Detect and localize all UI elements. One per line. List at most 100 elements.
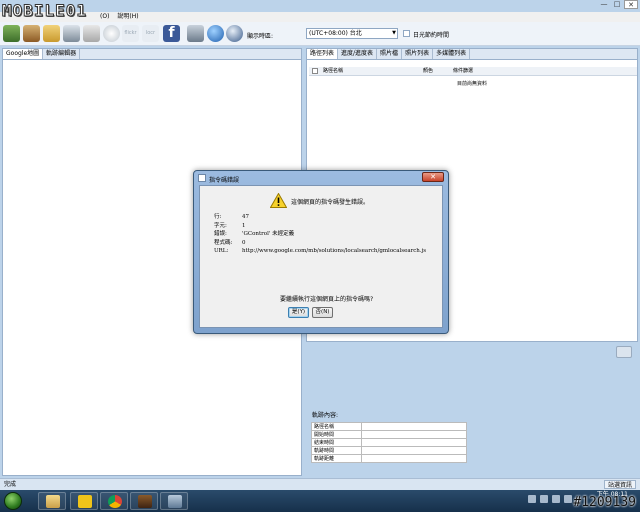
table-row: 軌跡時間 bbox=[311, 446, 467, 455]
tab-photo-list[interactable]: 照片列表 bbox=[402, 49, 434, 59]
minimize-button[interactable]: — bbox=[598, 0, 610, 9]
select-all-checkbox[interactable] bbox=[312, 68, 318, 74]
tab-progress[interactable]: 進度/進度表 bbox=[338, 49, 378, 59]
dialog-question: 要繼續執行這個網頁上的指令碼嗎? bbox=[280, 296, 374, 303]
dst-label: 日光節約時間 bbox=[413, 32, 450, 39]
watermark-image-id: #1209139 bbox=[573, 495, 636, 510]
dialog-close-button[interactable]: ✕ bbox=[422, 172, 444, 182]
tray-network-icon[interactable] bbox=[552, 495, 560, 503]
details-value bbox=[361, 430, 467, 439]
no-button[interactable]: 否(N) bbox=[312, 307, 333, 318]
timezone-select[interactable]: (UTC+08:00) 台北 ▼ bbox=[306, 28, 398, 39]
dialog-body: 這個網頁的指令碼發生錯誤。 行: 47 字元: 1 錯誤: 'GControl' 未經… bbox=[199, 185, 443, 328]
error-details: 行: 47 字元: 1 錯誤: 'GControl' 未經定義 程式碼: 0 URL: h… bbox=[214, 213, 426, 256]
locr-icon[interactable]: locr bbox=[142, 25, 159, 42]
dialog-heading: 這個網頁的指令碼發生錯誤。 bbox=[291, 199, 370, 206]
field-value: 'GControl' 未經定義 bbox=[242, 231, 295, 238]
status-bar: 完成 站選資訊 bbox=[0, 478, 640, 490]
details-key: 路徑名稱 bbox=[311, 422, 362, 431]
status-text: 完成 bbox=[4, 481, 17, 488]
chrome-icon bbox=[108, 495, 122, 508]
timezone-label: 顯示時區: bbox=[247, 33, 274, 40]
error-field-char: 字元: 1 bbox=[214, 222, 426, 231]
field-value: 0 bbox=[242, 239, 246, 246]
column-route-name[interactable]: 路徑名稱 bbox=[323, 67, 343, 76]
script-error-dialog: 指令碼錯誤 ✕ 這個網頁的指令碼發生錯誤。 行: 47 字元: 1 錯誤: 'GCon… bbox=[193, 170, 449, 334]
table-row: 開始時間 bbox=[311, 430, 467, 439]
taskbar-chrome[interactable] bbox=[100, 492, 128, 510]
field-key: URL: bbox=[214, 248, 229, 255]
folder-icon bbox=[46, 495, 60, 508]
tab-route-list[interactable]: 路徑列表 bbox=[307, 49, 339, 59]
field-key: 錯誤: bbox=[214, 231, 227, 238]
dst-checkbox[interactable] bbox=[403, 30, 410, 37]
taskbar-app-gps[interactable] bbox=[70, 492, 98, 510]
details-key: 軌跡時間 bbox=[311, 446, 362, 455]
close-window-button[interactable]: ✕ bbox=[624, 0, 638, 9]
table-row: 軌跡距離 bbox=[311, 454, 467, 463]
left-tabs: Google地圖 軌跡編輯器 bbox=[3, 49, 301, 60]
google-earth-icon[interactable] bbox=[187, 25, 204, 42]
column-filter[interactable]: 條件篩選 bbox=[453, 67, 473, 76]
column-color[interactable]: 顏色 bbox=[423, 67, 433, 76]
right-tabs: 路徑列表 進度/進度表 照片檔 照片列表 多媒體列表 bbox=[307, 49, 637, 60]
start-button[interactable] bbox=[4, 492, 22, 510]
track-details-label: 軌跡內容: bbox=[312, 412, 339, 419]
yes-button[interactable]: 是(Y) bbox=[288, 307, 309, 318]
globe-icon[interactable] bbox=[207, 25, 224, 42]
details-value bbox=[361, 446, 467, 455]
gps-app-icon bbox=[78, 495, 92, 508]
status-info-button[interactable]: 站選資訊 bbox=[603, 480, 636, 489]
toolbar: flickr locr f 顯示時區: (UTC+08:00) 台北 ▼ 日光節… bbox=[0, 22, 640, 46]
tab-photo-files[interactable]: 照片檔 bbox=[377, 49, 403, 59]
field-value: 47 bbox=[242, 214, 249, 220]
field-key: 程式碼: bbox=[214, 239, 233, 246]
mobile01-watermark-logo: MOBILE01 bbox=[1, 1, 88, 21]
tab-track-editor[interactable]: 軌跡編輯器 bbox=[43, 49, 81, 59]
tab-google-map[interactable]: Google地圖 bbox=[3, 49, 44, 59]
field-value: http://www.google.com/mb/solutions/local… bbox=[242, 248, 427, 255]
details-key: 結束時間 bbox=[311, 438, 362, 447]
details-value bbox=[361, 438, 467, 447]
tray-arrow-icon[interactable] bbox=[528, 495, 536, 503]
download-icon[interactable] bbox=[23, 25, 40, 42]
field-key: 行: bbox=[214, 214, 222, 220]
clock-icon[interactable] bbox=[103, 25, 120, 42]
taskbar-app-map[interactable] bbox=[160, 492, 188, 510]
details-key: 開始時間 bbox=[311, 430, 362, 439]
dialog-title: 指令碼錯誤 bbox=[209, 177, 240, 184]
error-field-line: 行: 47 bbox=[214, 213, 426, 222]
facebook-icon[interactable]: f bbox=[163, 25, 180, 42]
document-icon bbox=[198, 174, 206, 182]
tray-flag-icon[interactable] bbox=[540, 495, 548, 503]
photo-icon[interactable] bbox=[83, 25, 100, 42]
timezone-value: (UTC+08:00) 台北 bbox=[309, 30, 362, 37]
field-key: 字元: bbox=[214, 222, 227, 229]
details-value bbox=[361, 422, 467, 431]
save-icon[interactable] bbox=[63, 25, 80, 42]
error-field-code: 程式碼: 0 bbox=[214, 239, 426, 248]
tray-volume-icon[interactable] bbox=[564, 495, 572, 503]
sync-icon[interactable] bbox=[226, 25, 243, 42]
panel-toggle-icon[interactable] bbox=[616, 346, 632, 358]
dialog-buttons: 是(Y) 否(N) bbox=[288, 307, 333, 318]
menu-item-help[interactable]: 說明(H) bbox=[117, 12, 138, 22]
window-controls: — □ ✕ bbox=[598, 0, 638, 9]
taskbar-app-archive[interactable] bbox=[130, 492, 158, 510]
error-field-url: URL: http://www.google.com/mb/solutions/l… bbox=[214, 247, 426, 256]
flickr-icon[interactable]: flickr bbox=[122, 25, 139, 42]
tab-media-list[interactable]: 多媒體列表 bbox=[433, 49, 471, 59]
windows-taskbar: 下午 08:11 bbox=[0, 490, 640, 512]
archive-icon bbox=[138, 495, 152, 508]
track-details-table: 路徑名稱 開始時間 結束時間 軌跡時間 軌跡距離 bbox=[311, 422, 467, 463]
open-folder-icon[interactable] bbox=[43, 25, 60, 42]
maximize-button[interactable]: □ bbox=[611, 0, 623, 9]
list-header: 路徑名稱 顏色 條件篩選 bbox=[309, 67, 637, 76]
system-tray bbox=[528, 495, 572, 503]
menu-item-o[interactable]: (O) bbox=[100, 12, 109, 22]
dialog-titlebar: 指令碼錯誤 ✕ bbox=[194, 171, 448, 185]
gps-device-icon[interactable] bbox=[3, 25, 20, 42]
field-value: 1 bbox=[242, 222, 246, 229]
details-key: 軌跡距離 bbox=[311, 454, 362, 463]
taskbar-explorer[interactable] bbox=[38, 492, 66, 510]
